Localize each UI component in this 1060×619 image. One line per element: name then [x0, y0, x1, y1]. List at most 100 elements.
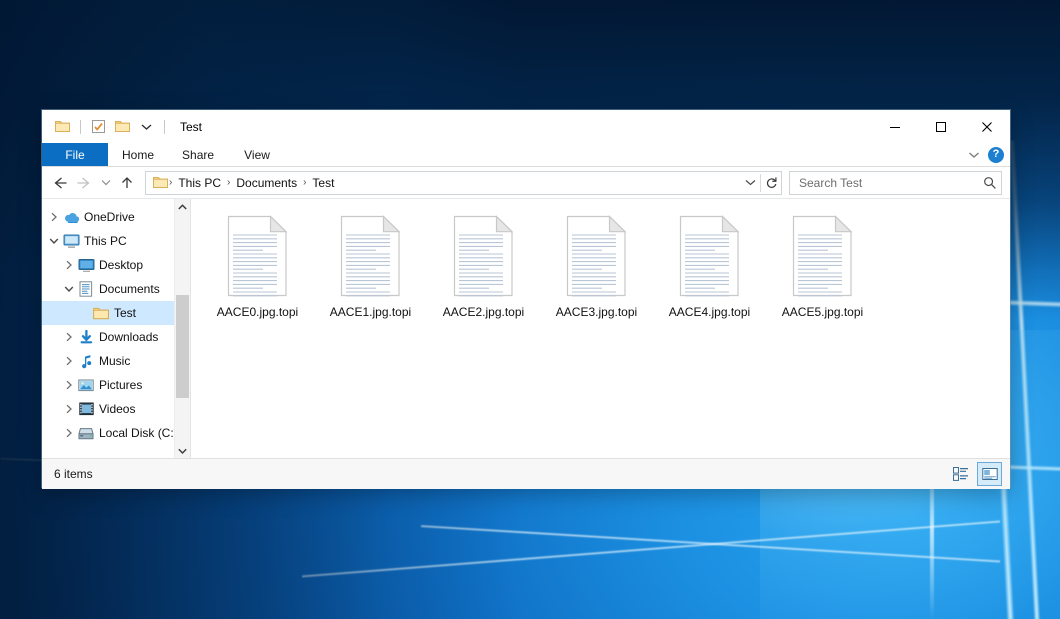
chevron-right-icon [76, 305, 92, 321]
desktop-icon [77, 258, 95, 272]
sidebar-item-label: Local Disk (C:) [99, 426, 178, 440]
file-list-view[interactable]: AACE0.jpg.topi AACE1.jpg.topi AACE2.jpg.to… [191, 199, 1010, 458]
scroll-down-arrow-icon[interactable] [175, 443, 190, 458]
close-button[interactable] [964, 110, 1010, 143]
recent-locations-button[interactable] [96, 171, 115, 195]
status-bar: 6 items [42, 458, 1010, 489]
back-button[interactable] [48, 171, 72, 195]
onedrive-icon [62, 211, 80, 223]
file-item[interactable]: AACE2.jpg.topi [427, 213, 540, 319]
folder-tree: OneDrive This PC Desktop Documents Test Downl… [42, 199, 190, 445]
maximize-button[interactable] [918, 110, 964, 143]
chevron-down-icon[interactable] [46, 233, 62, 249]
file-explorer-window: Test File Home Share View ? [42, 110, 1010, 487]
up-button[interactable] [115, 171, 139, 195]
music-icon [77, 354, 95, 369]
breadcrumb: › This PC › Documents › Test [151, 176, 740, 190]
chevron-right-icon[interactable] [61, 329, 77, 345]
breadcrumb-folder-icon [151, 176, 168, 189]
breadcrumb-item-this-pc[interactable]: This PC [173, 176, 226, 190]
address-input[interactable]: › This PC › Documents › Test [145, 171, 782, 195]
window-title: Test [180, 120, 202, 134]
pictures-icon [77, 379, 95, 392]
refresh-icon[interactable] [761, 173, 781, 193]
generic-document-icon [790, 215, 855, 297]
view-buttons [948, 459, 1002, 489]
chevron-right-icon[interactable] [46, 209, 62, 225]
address-bar: › This PC › Documents › Test [42, 167, 1010, 199]
documents-icon [77, 281, 95, 297]
tab-share[interactable]: Share [168, 143, 228, 166]
chevron-right-icon[interactable] [61, 257, 77, 273]
thispc-icon [62, 234, 80, 248]
file-item[interactable]: AACE1.jpg.topi [314, 213, 427, 319]
sidebar-item-this-pc[interactable]: This PC [42, 229, 190, 253]
sidebar-item-local-disk-c[interactable]: Local Disk (C:) [42, 421, 190, 445]
search-box[interactable] [789, 171, 1002, 195]
generic-document-icon [677, 215, 742, 297]
scroll-up-arrow-icon[interactable] [175, 199, 190, 214]
sidebar-item-downloads[interactable]: Downloads [42, 325, 190, 349]
help-icon[interactable]: ? [988, 147, 1004, 163]
sidebar-item-desktop[interactable]: Desktop [42, 253, 190, 277]
sidebar-item-label: Pictures [99, 378, 142, 392]
chevron-down-icon[interactable] [136, 116, 157, 137]
title-bar: Test [42, 110, 1010, 143]
sidebar-item-documents[interactable]: Documents [42, 277, 190, 301]
folder-icon [92, 307, 110, 320]
tab-home[interactable]: Home [108, 143, 168, 166]
sidebar-item-music[interactable]: Music [42, 349, 190, 373]
file-item[interactable]: AACE4.jpg.topi [653, 213, 766, 319]
sidebar-item-pictures[interactable]: Pictures [42, 373, 190, 397]
search-icon[interactable] [983, 176, 997, 190]
address-bar-controls [740, 173, 781, 193]
new-folder-icon[interactable] [112, 116, 133, 137]
folder-icon[interactable] [52, 116, 73, 137]
large-icons-view-button[interactable] [977, 462, 1002, 486]
window-body: OneDrive This PC Desktop Documents Test Downl… [42, 199, 1010, 458]
breadcrumb-item-test[interactable]: Test [307, 176, 339, 190]
file-name-label: AACE2.jpg.topi [443, 305, 524, 319]
chevron-down-icon[interactable] [61, 281, 77, 297]
sidebar-item-test[interactable]: Test [42, 301, 190, 325]
scrollbar-thumb[interactable] [176, 295, 189, 398]
sidebar-item-label: This PC [84, 234, 127, 248]
forward-button[interactable] [72, 171, 96, 195]
file-name-label: AACE1.jpg.topi [330, 305, 411, 319]
minimize-button[interactable] [872, 110, 918, 143]
breadcrumb-item-documents[interactable]: Documents [231, 176, 302, 190]
tab-file[interactable]: File [42, 143, 108, 166]
sidebar-item-onedrive[interactable]: OneDrive [42, 205, 190, 229]
generic-document-icon [225, 215, 290, 297]
sidebar-item-label: Desktop [99, 258, 143, 272]
file-name-label: AACE0.jpg.topi [217, 305, 298, 319]
navigation-scrollbar[interactable] [174, 199, 190, 458]
sidebar-item-label: Downloads [99, 330, 158, 344]
file-item[interactable]: AACE5.jpg.topi [766, 213, 879, 319]
sidebar-item-label: Test [114, 306, 136, 320]
navigation-pane: OneDrive This PC Desktop Documents Test Downl… [42, 199, 191, 458]
chevron-right-icon[interactable] [61, 353, 77, 369]
chevron-right-icon[interactable] [61, 425, 77, 441]
item-count-label: 6 items [54, 467, 93, 481]
sidebar-item-videos[interactable]: Videos [42, 397, 190, 421]
expand-ribbon-icon[interactable] [968, 148, 980, 162]
properties-icon[interactable] [88, 116, 109, 137]
file-item[interactable]: AACE3.jpg.topi [540, 213, 653, 319]
address-dropdown-icon[interactable] [740, 173, 760, 193]
sidebar-item-label: OneDrive [84, 210, 135, 224]
sidebar-item-label: Documents [99, 282, 160, 296]
ribbon-tabs: File Home Share View ? [42, 143, 1010, 167]
chevron-right-icon[interactable] [61, 401, 77, 417]
videos-icon [77, 402, 95, 416]
qat-separator [164, 120, 165, 134]
search-input[interactable] [797, 175, 983, 191]
generic-document-icon [451, 215, 516, 297]
file-item[interactable]: AACE0.jpg.topi [201, 213, 314, 319]
details-view-button[interactable] [948, 462, 973, 486]
chevron-right-icon[interactable] [61, 377, 77, 393]
tab-view[interactable]: View [228, 143, 286, 166]
generic-document-icon [564, 215, 629, 297]
ribbon-right-controls: ? [968, 143, 1004, 166]
sidebar-item-label: Music [99, 354, 130, 368]
